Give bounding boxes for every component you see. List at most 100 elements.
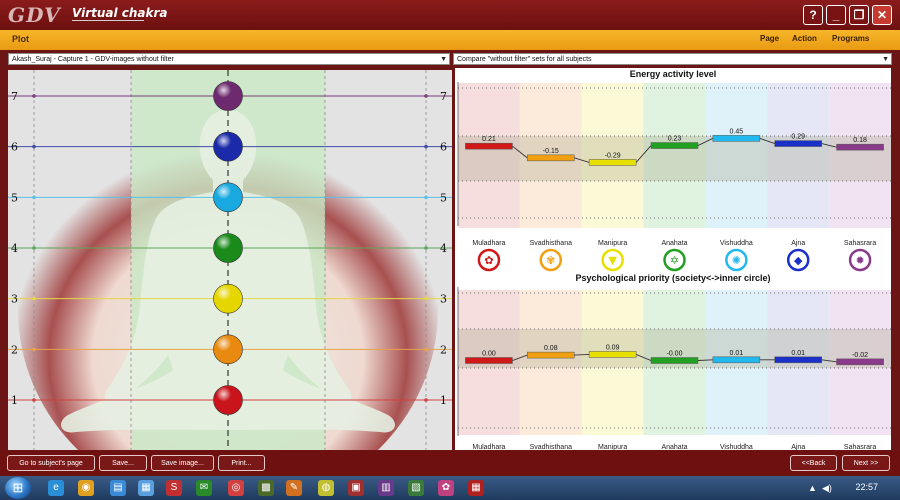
value-bar-muladhara[interactable] xyxy=(465,357,513,364)
value-label: 0.18 xyxy=(853,137,867,144)
level-marker-left xyxy=(32,296,36,301)
menu-programs[interactable]: Programs xyxy=(832,34,869,43)
taskbar-app-3-icon[interactable]: ▤ xyxy=(110,480,126,496)
level-marker-left xyxy=(32,144,36,149)
chakra-name-chart2: Vishuddha xyxy=(720,444,753,450)
level-marker-left xyxy=(32,347,36,352)
level-marker-left xyxy=(32,398,36,402)
value-bar-manipura[interactable] xyxy=(588,351,637,358)
taskbar-app-12-icon[interactable]: ▥ xyxy=(378,480,394,496)
level-label-left: 1 xyxy=(11,394,18,407)
taskbar-app-8-icon[interactable]: ▩ xyxy=(258,480,274,496)
value-bar-vishuddha[interactable] xyxy=(712,135,761,142)
level-marker-left xyxy=(32,246,36,250)
back-button[interactable]: <<Back xyxy=(790,455,837,471)
level-label-right: 2 xyxy=(440,343,447,356)
chakra-name-chart1: Sahasrara xyxy=(844,240,876,247)
save-image-button[interactable]: Save image... xyxy=(151,455,214,471)
level-marker-right xyxy=(424,347,428,352)
value-bar-sahasrara[interactable] xyxy=(836,358,884,366)
start-button[interactable]: ⊞ xyxy=(5,477,31,499)
menu-action[interactable]: Action xyxy=(792,34,817,43)
compare-select[interactable]: Compare "without filter" sets for all su… xyxy=(453,53,892,65)
taskbar-app-6-icon[interactable]: ✉ xyxy=(196,480,212,496)
level-label-left: 7 xyxy=(11,90,18,103)
compare-select-value: Compare "without filter" sets for all su… xyxy=(457,56,592,63)
level-marker-right xyxy=(424,398,428,402)
value-label: 0.01 xyxy=(730,350,744,357)
chakra-name-chart2: Muladhara xyxy=(472,444,505,450)
chakra-name-chart1: Vishuddha xyxy=(720,240,753,247)
value-label: 0.01 xyxy=(791,350,805,357)
taskbar-app-7-icon[interactable]: ◎ xyxy=(228,480,244,496)
value-bar-anahata[interactable] xyxy=(650,142,699,149)
tray-sound-icon[interactable]: ◀) xyxy=(822,483,832,494)
next-button[interactable]: Next >> xyxy=(842,455,890,471)
taskbar-app-9-icon[interactable]: ✎ xyxy=(286,480,302,496)
taskbar-app-11-icon[interactable]: ▣ xyxy=(348,480,364,496)
value-label: -0.02 xyxy=(852,352,868,359)
chart-svg: 0.21 -0.15 -0.29 0.23 0.45 0.29 0.18 0.00 0.08 0… xyxy=(457,69,891,450)
help-button[interactable]: ? xyxy=(803,5,823,25)
chakra-name-chart2: Anahata xyxy=(661,444,687,450)
value-bar-svadhisthana[interactable] xyxy=(527,154,575,162)
level-label-right: 3 xyxy=(440,293,447,306)
taskbar-app-2-icon[interactable]: ◉ xyxy=(78,480,94,496)
chakra-name-chart1: Anahata xyxy=(661,240,687,247)
taskbar-app-14-icon[interactable]: ✿ xyxy=(438,480,454,496)
tray-flag-icon[interactable]: ▲ xyxy=(808,483,817,493)
value-bar-ajna[interactable] xyxy=(774,140,822,147)
taskbar-app-13-icon[interactable]: ▧ xyxy=(408,480,424,496)
chevron-down-icon: ▼ xyxy=(882,56,889,63)
level-label-left: 2 xyxy=(11,343,18,356)
chakra-name-chart1: Svadhisthana xyxy=(530,240,573,247)
value-bar-manipura[interactable] xyxy=(588,159,637,166)
taskbar-app-4-icon[interactable]: ▦ xyxy=(138,480,154,496)
save-button[interactable]: Save... xyxy=(99,455,147,471)
taskbar-app-5-icon[interactable]: S xyxy=(166,480,182,496)
chakra-glyph: ✾ xyxy=(546,254,555,267)
taskbar-app-1-icon[interactable]: e xyxy=(48,480,64,496)
menu-page[interactable]: Page xyxy=(760,34,779,43)
level-marker-right xyxy=(424,246,428,250)
chakra-name-chart2: Manipura xyxy=(598,444,627,450)
print-button[interactable]: Print... xyxy=(218,455,265,471)
level-marker-right xyxy=(424,296,428,301)
value-bar-svadhisthana[interactable] xyxy=(527,351,575,359)
taskbar-app-10-icon[interactable]: ◍ xyxy=(318,480,334,496)
menu-bar: Plot Page Action Programs xyxy=(0,30,900,50)
level-marker-left xyxy=(32,195,36,200)
chakra-name-chart2: Ajna xyxy=(791,444,805,450)
sphere-highlight xyxy=(213,334,243,364)
taskbar-app-15-icon[interactable]: ▦ xyxy=(468,480,484,496)
go-to-subject-page-button[interactable]: Go to subject's page xyxy=(7,455,95,471)
level-label-right: 1 xyxy=(440,394,447,407)
value-label: 0.09 xyxy=(606,344,620,351)
value-label: 0.08 xyxy=(544,345,558,352)
value-label: 0.23 xyxy=(668,136,682,143)
level-marker-right xyxy=(424,144,428,149)
minimize-button[interactable]: _ xyxy=(826,5,846,25)
capture-select-value: Akash_Suraj - Capture 1 - GDV-images wit… xyxy=(12,56,174,63)
value-bar-anahata[interactable] xyxy=(650,357,699,364)
level-label-left: 3 xyxy=(11,293,18,306)
value-label: 0.45 xyxy=(730,128,744,135)
chakra-name-chart2: Sahasrara xyxy=(844,444,876,450)
sphere-highlight xyxy=(213,81,243,111)
value-bar-muladhara[interactable] xyxy=(465,142,513,150)
value-bar-vishuddha[interactable] xyxy=(712,356,761,364)
chakra-name-chart1: Muladhara xyxy=(472,240,505,247)
value-label: -0.29 xyxy=(605,152,621,159)
value-bar-sahasrara[interactable] xyxy=(836,143,884,151)
value-label: -0.00 xyxy=(667,351,683,358)
value-bar-ajna[interactable] xyxy=(774,356,822,364)
level-marker-right xyxy=(424,195,428,200)
capture-select[interactable]: Akash_Suraj - Capture 1 - GDV-images wit… xyxy=(8,53,450,65)
chart2-title: Psychological priority (society<->inner … xyxy=(575,273,770,283)
sphere-highlight xyxy=(213,233,243,263)
restore-button[interactable]: ❐ xyxy=(849,5,869,25)
close-button[interactable]: ✕ xyxy=(872,5,892,25)
chakra-name-chart2: Svadhisthana xyxy=(530,444,573,450)
level-label-left: 5 xyxy=(11,191,18,204)
title-underline xyxy=(72,20,144,21)
